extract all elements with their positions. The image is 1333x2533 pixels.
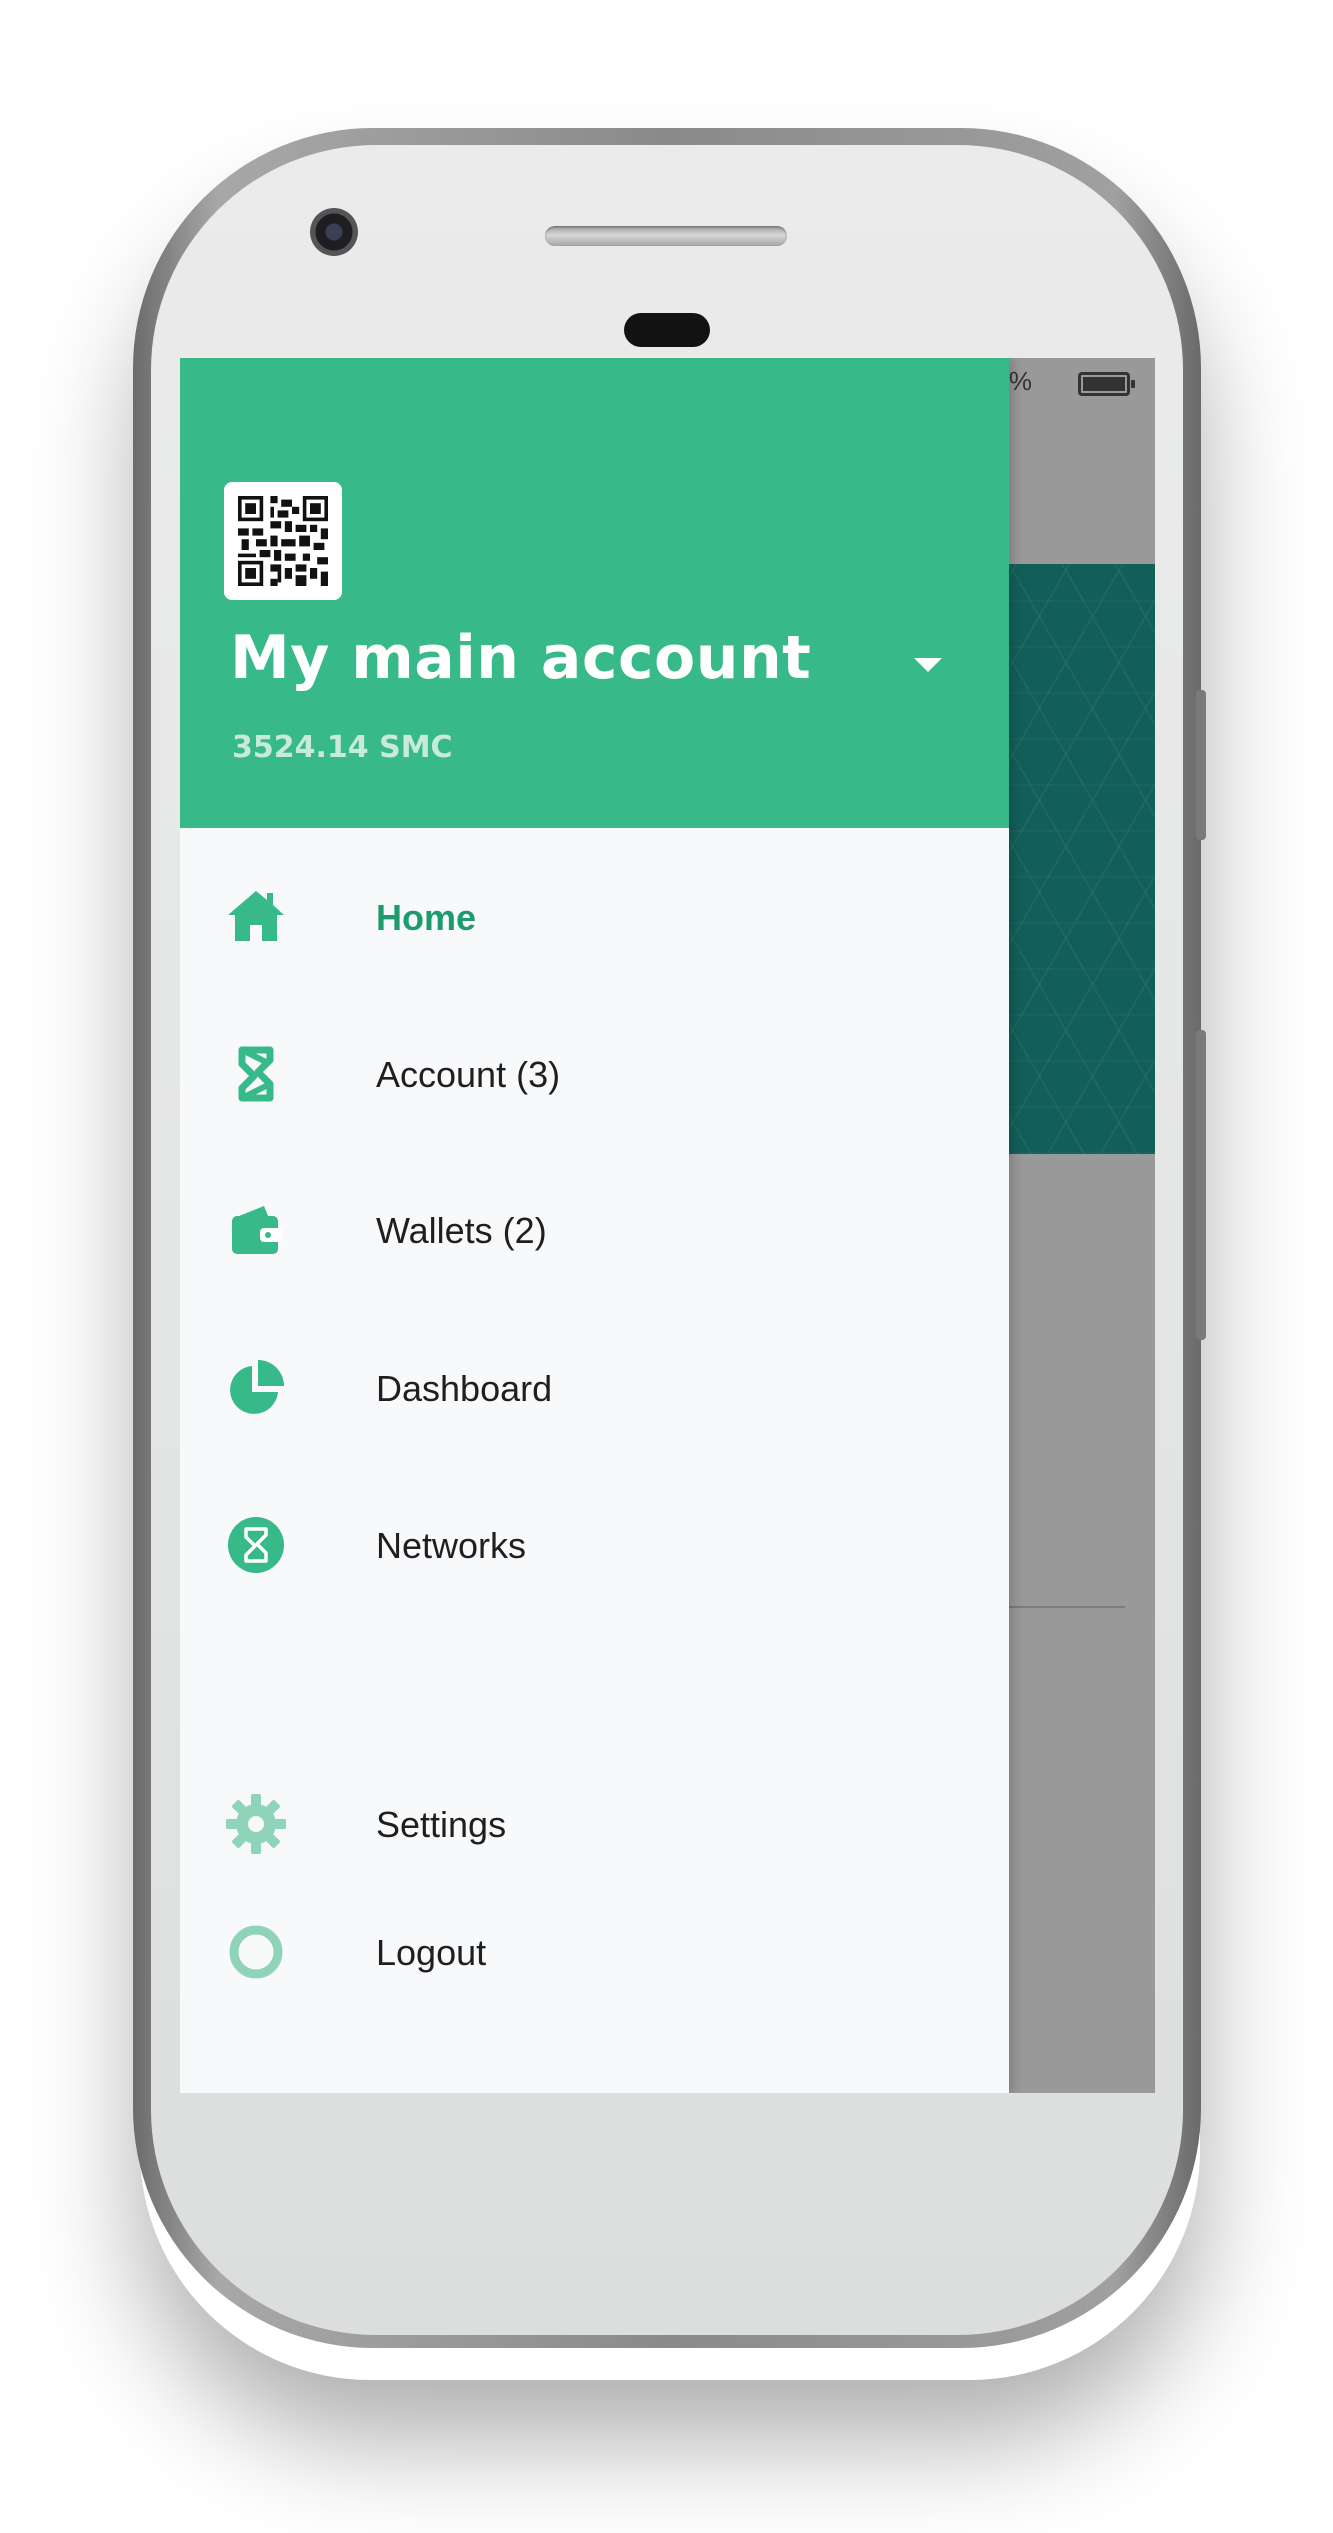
qr-code-icon	[238, 496, 328, 586]
logout-icon	[229, 1925, 283, 1979]
nav-label-wallets: Wallets (2)	[376, 1210, 547, 1251]
qr-code-button[interactable]	[224, 482, 342, 600]
navigation-drawer: My main account 3524.14 SMC Home Account…	[180, 358, 1009, 2093]
nav-label-dashboard: Dashboard	[376, 1368, 553, 1409]
nav-item-account[interactable]: Account (3)	[180, 1020, 1009, 1120]
nav-item-wallets[interactable]: Wallets (2)	[180, 1176, 1009, 1276]
nav-item-networks[interactable]: Networks	[180, 1491, 1009, 1591]
gear-icon	[226, 1794, 286, 1854]
nav-label-logout: Logout	[376, 1932, 487, 1973]
phone-volume-button	[1196, 690, 1206, 840]
proximity-sensor	[624, 313, 710, 347]
drawer-header: My main account 3524.14 SMC	[180, 358, 1009, 828]
nav-label-account: Account (3)	[376, 1054, 561, 1095]
front-camera	[310, 208, 358, 256]
nav-label-networks: Networks	[376, 1525, 527, 1566]
nav-item-home[interactable]: Home	[180, 863, 1009, 963]
earpiece-speaker	[545, 226, 787, 246]
nav-item-logout[interactable]: Logout	[180, 1898, 1009, 1998]
nav-label-home: Home	[376, 897, 477, 938]
account-balance: 3524.14 SMC	[232, 730, 453, 765]
phone-power-button	[1196, 1030, 1206, 1340]
nav-label-settings: Settings	[376, 1804, 507, 1845]
account-dropdown-icon[interactable]	[914, 658, 942, 672]
account-name[interactable]: My main account	[230, 623, 811, 693]
nav-item-settings[interactable]: Settings	[180, 1770, 1009, 1870]
pie-chart-icon	[230, 1360, 284, 1414]
network-icon	[228, 1517, 284, 1573]
account-icon	[238, 1046, 274, 1102]
nav-item-dashboard[interactable]: Dashboard	[180, 1334, 1009, 1434]
home-icon	[228, 891, 284, 941]
wallet-icon	[232, 1206, 282, 1254]
phone-screen: 00% nnected	[180, 358, 1155, 2093]
